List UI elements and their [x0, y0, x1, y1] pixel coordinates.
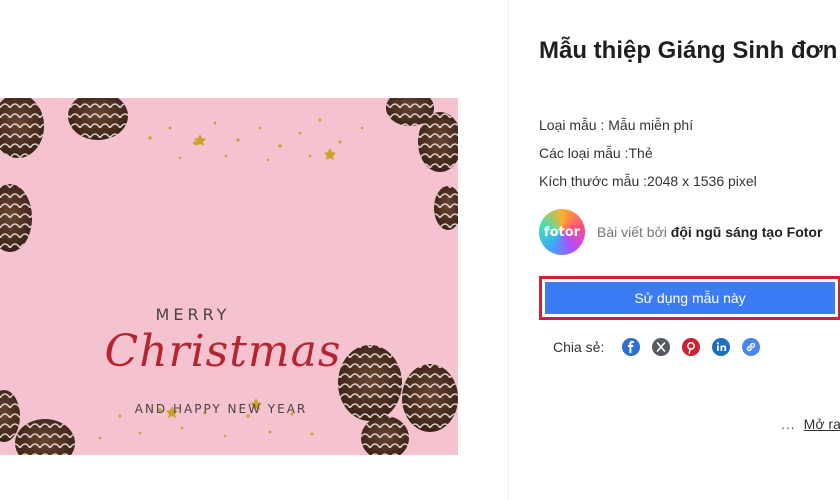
link-icon[interactable] [742, 338, 761, 356]
show-more[interactable]: ... Mở ra [781, 416, 840, 432]
use-template-highlight: Sử dụng mẫu này [539, 276, 840, 320]
author-credit: Bài viết bởi đội ngũ sáng tạo Fotor [597, 224, 822, 240]
linkedin-icon[interactable] [712, 338, 731, 356]
avatar-logo-text: fotor [543, 224, 581, 240]
share-label: Chia sẻ: [553, 339, 605, 355]
template-size: Kích thước mẫu :2048 x 1536 pixel [539, 173, 757, 189]
avatar[interactable]: fotor [539, 209, 585, 255]
share-bar: Chia sẻ: [553, 338, 772, 356]
more-link[interactable]: Mở ra [804, 416, 840, 432]
card-christmas-text: Christmas [104, 326, 342, 377]
author-info: fotor Bài viết bởi đội ngũ sáng tạo Foto… [539, 209, 822, 255]
author-name[interactable]: đội ngũ sáng tạo Fotor [671, 224, 823, 240]
template-type: Loại mẫu : Mẫu miễn phí [539, 117, 694, 133]
template-details-panel: Mẫu thiệp Giáng Sinh đơn giản màu hồng L… [508, 0, 840, 500]
preview-pane: MERRY Christmas AND HAPPY NEW YEAR [0, 0, 508, 500]
card-happy-new-year-text: AND HAPPY NEW YEAR [134, 402, 308, 416]
facebook-icon[interactable] [622, 338, 641, 356]
use-template-button[interactable]: Sử dụng mẫu này [545, 282, 835, 314]
template-category: Các loại mẫu :Thẻ [539, 145, 653, 161]
card-merry-text: MERRY [155, 305, 231, 324]
template-title: Mẫu thiệp Giáng Sinh đơn giản màu hồng [539, 37, 840, 64]
more-ellipsis: ... [781, 416, 796, 432]
template-preview-image: MERRY Christmas AND HAPPY NEW YEAR [0, 98, 458, 455]
x-icon[interactable] [652, 338, 671, 356]
author-prefix: Bài viết bởi [597, 224, 667, 240]
pinterest-icon[interactable] [682, 338, 701, 356]
